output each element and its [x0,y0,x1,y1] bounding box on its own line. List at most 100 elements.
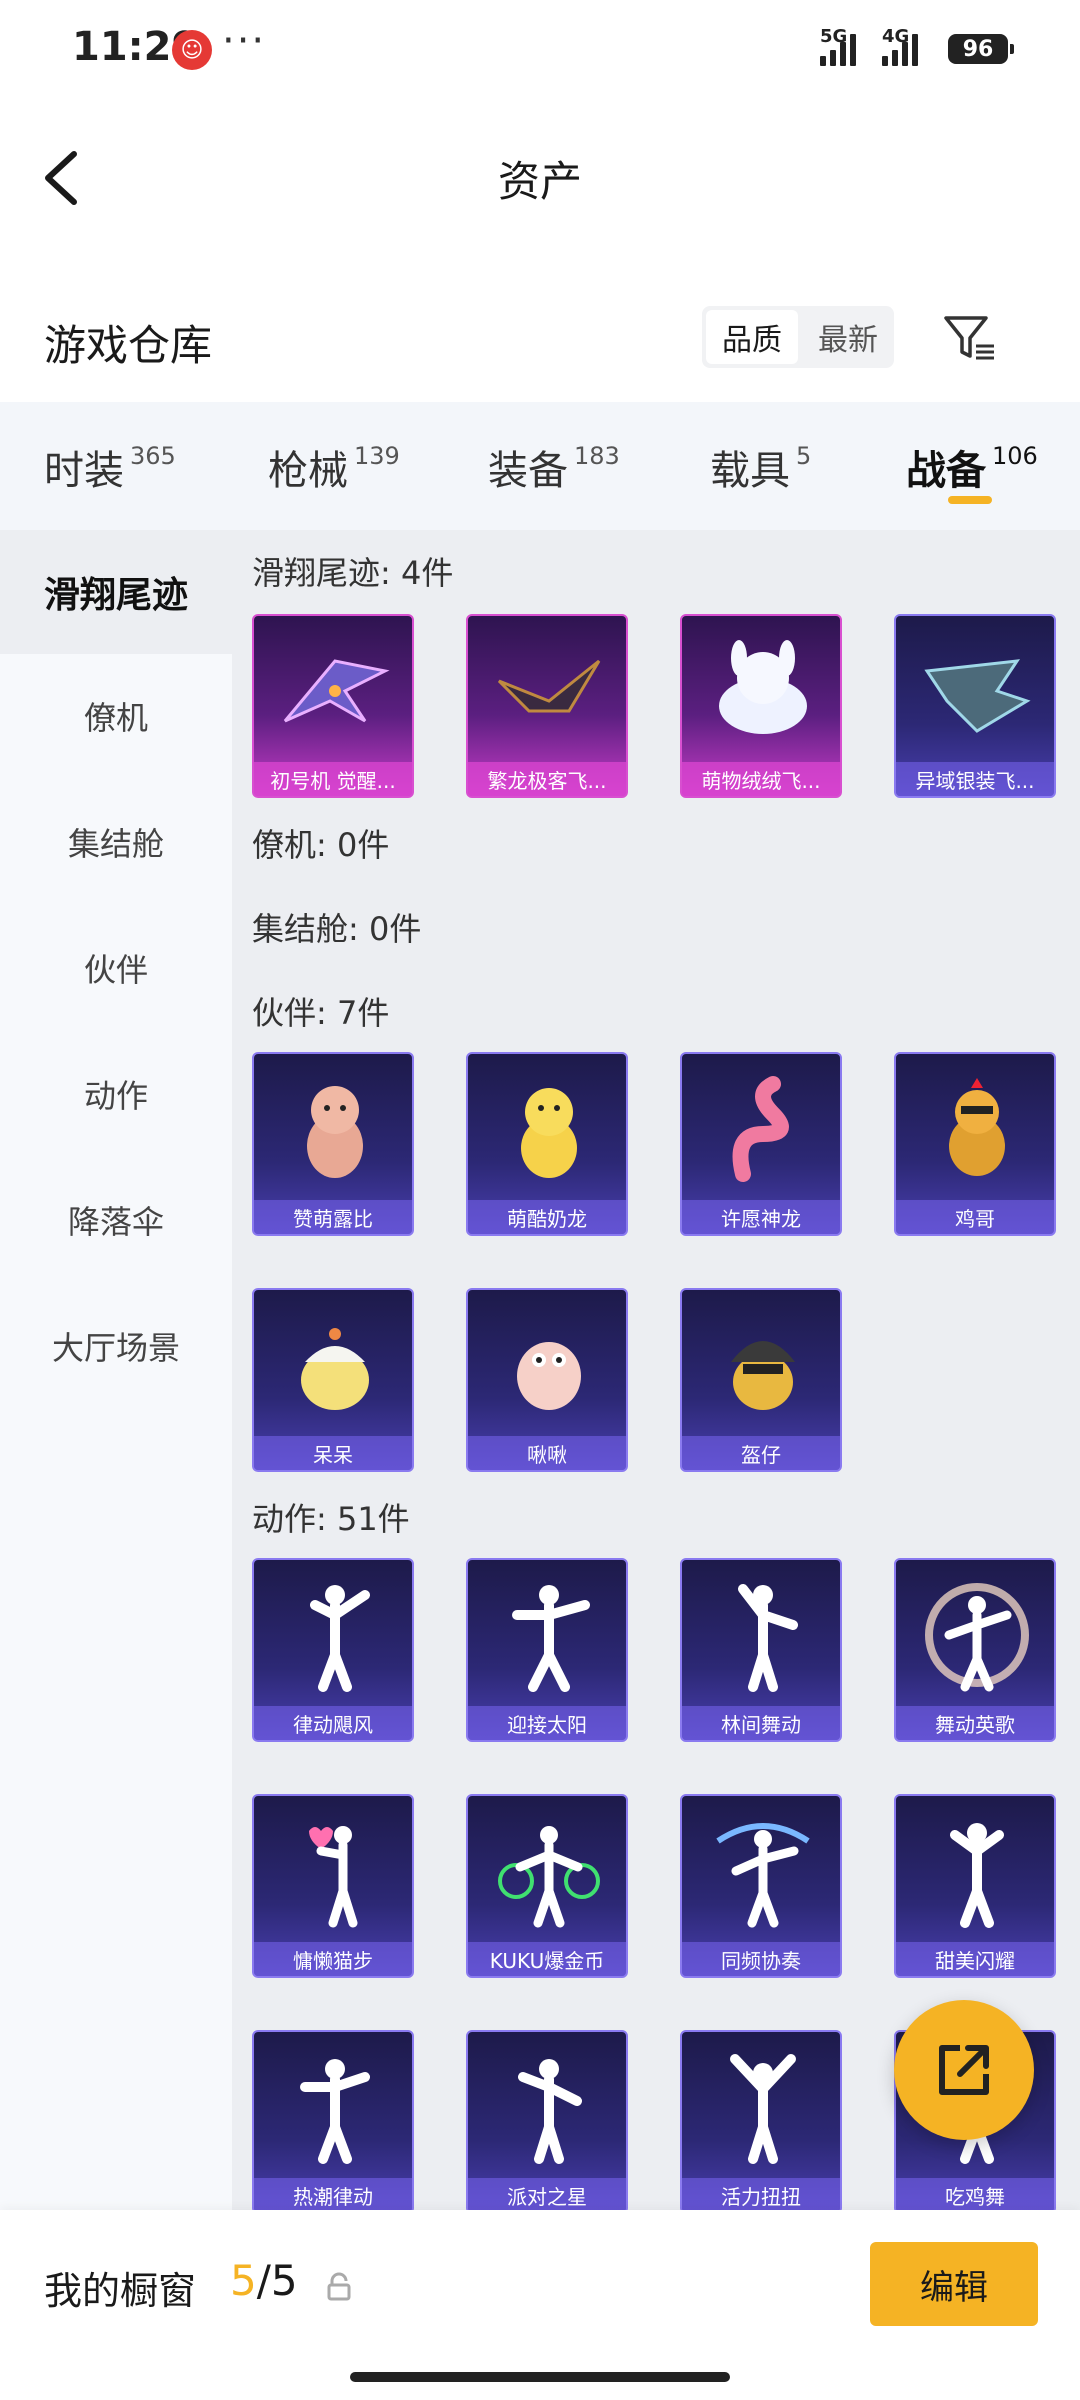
glider-jet-icon [254,616,412,766]
item-card[interactable]: 林间舞动 [680,1558,842,1742]
dance-pose-icon [468,2032,626,2182]
item-card[interactable]: 热潮律动 [252,2030,414,2210]
item-card[interactable]: 活力扭扭 [680,2030,842,2210]
filter-icon[interactable] [942,312,998,364]
item-card[interactable]: 鸡哥 [894,1052,1056,1236]
item-card[interactable]: 繁龙极客飞... [466,614,628,798]
page-title: 资产 [497,157,582,206]
network-4g-label: 4G [882,26,910,47]
item-card[interactable]: 异域银装飞... [894,614,1056,798]
more-notifications-icon: ··· [222,18,267,64]
group-title-emote: 动作: 51件 [252,1500,410,1538]
subcategory-sidebar: 滑翔尾迹 僚机 集结舱 伙伴 动作 降落伞 大厅场景 [0,530,232,2210]
item-card[interactable]: 盔仔 [680,1288,842,1472]
dance-ring-icon [896,1560,1054,1710]
item-card[interactable]: 萌物绒绒飞... [680,614,842,798]
item-label: 萌物绒绒飞... [682,762,840,796]
network-5g-label: 5G [820,26,848,47]
item-label: 林间舞动 [682,1706,840,1740]
showcase-count: 5/5 [230,2256,298,2305]
item-content: 滑翔尾迹: 4件 初号机 觉醒... 繁龙极客飞... 萌物绒绒飞... 异域银… [232,530,1080,2210]
showcase-current: 5 [230,2256,257,2305]
chick-egg-icon [254,1290,412,1440]
tab-label: 战备 [906,448,986,494]
glider-plush-icon [682,616,840,766]
item-card[interactable]: 同频协奏 [680,1794,842,1978]
item-card[interactable]: 迎接太阳 [466,1558,628,1742]
tab-count: 139 [354,442,400,470]
item-label: 派对之星 [468,2178,626,2210]
item-label: 萌酷奶龙 [468,1200,626,1234]
item-label: 初号机 觉醒... [254,762,412,796]
sort-newest-button[interactable]: 最新 [802,306,894,368]
sidebar-item-parachute[interactable]: 降落伞 [0,1158,232,1282]
tab-label: 时装 [44,448,124,494]
sidebar-item-rally-pod[interactable]: 集结舱 [0,780,232,904]
item-label: 甜美闪耀 [896,1942,1054,1976]
tab-firearms[interactable]: 枪械 139 [268,438,400,496]
item-card[interactable]: 赞萌露比 [252,1052,414,1236]
glider-silver-icon [896,616,1054,766]
dance-heart-icon [254,1796,412,1946]
dance-pose-icon [254,2032,412,2182]
dance-pose-icon [682,2032,840,2182]
active-tab-indicator [948,496,992,504]
item-card[interactable]: 律动飓风 [252,1558,414,1742]
sort-quality-button[interactable]: 品质 [706,310,798,364]
tab-vehicles[interactable]: 载具 5 [710,438,811,496]
item-label: 吃鸡舞 [896,2178,1054,2210]
sidebar-item-glide-trail[interactable]: 滑翔尾迹 [0,530,232,654]
category-tabs: 时装 365 枪械 139 装备 183 载具 5 战备 106 [0,402,1080,530]
tab-equipment[interactable]: 装备 183 [488,438,620,496]
item-card[interactable]: 甜美闪耀 [894,1794,1056,1978]
item-label: 同频协奏 [682,1942,840,1976]
app-notification-icon: ☺ [172,30,212,70]
showcase-label: 我的橱窗 [44,2269,197,2313]
tab-count: 183 [574,442,620,470]
item-card[interactable]: 呆呆 [252,1288,414,1472]
dance-wave-icon [682,1796,840,1946]
item-card[interactable]: 萌酷奶龙 [466,1052,628,1236]
share-button[interactable] [894,2000,1034,2140]
tab-label: 载具 [710,448,790,494]
item-label: KUKU爆金币 [468,1942,626,1976]
item-label: 舞动英歌 [896,1706,1054,1740]
sidebar-item-lobby-scene[interactable]: 大厅场景 [0,1284,232,1408]
dance-pose-icon [468,1560,626,1710]
item-card[interactable]: 慵懒猫步 [252,1794,414,1978]
lock-icon [327,2272,351,2301]
tab-count: 106 [992,442,1038,470]
dance-pose-icon [254,1560,412,1710]
home-indicator[interactable] [350,2372,730,2382]
signal-5g-icon: 5G [820,26,856,66]
showcase-separator: / [256,2256,271,2305]
item-label: 慵懒猫步 [254,1942,412,1976]
tab-battle-prep[interactable]: 战备 106 [906,438,1038,496]
item-card[interactable]: 许愿神龙 [680,1052,842,1236]
sidebar-item-emote[interactable]: 动作 [0,1032,232,1156]
tab-fashion[interactable]: 时装 365 [44,438,176,496]
item-card[interactable]: KUKU爆金币 [466,1794,628,1978]
battery-icon: 96 [948,34,1014,64]
item-card[interactable]: 啾啾 [466,1288,628,1472]
sidebar-item-wingman[interactable]: 僚机 [0,654,232,778]
tab-label: 装备 [488,448,568,494]
helmet-chick-icon [682,1290,840,1440]
group-title-pod: 集结舱: 0件 [252,910,422,948]
dance-pose-icon [682,1560,840,1710]
pink-dragon-icon [682,1054,840,1204]
tab-count: 365 [130,442,176,470]
item-label: 热潮律动 [254,2178,412,2210]
item-card[interactable]: 舞动英歌 [894,1558,1056,1742]
item-label: 啾啾 [468,1436,626,1470]
item-card[interactable]: 派对之星 [466,2030,628,2210]
item-label: 许愿神龙 [682,1200,840,1234]
sidebar-item-partner[interactable]: 伙伴 [0,906,232,1030]
edit-button[interactable]: 编辑 [870,2242,1038,2326]
item-card[interactable]: 初号机 觉醒... [252,614,414,798]
item-label: 活力扭扭 [682,2178,840,2210]
item-label: 呆呆 [254,1436,412,1470]
item-label: 繁龙极客飞... [468,762,626,796]
chicken-pet-icon [896,1054,1054,1204]
group-title-wingman: 僚机: 0件 [252,826,390,864]
